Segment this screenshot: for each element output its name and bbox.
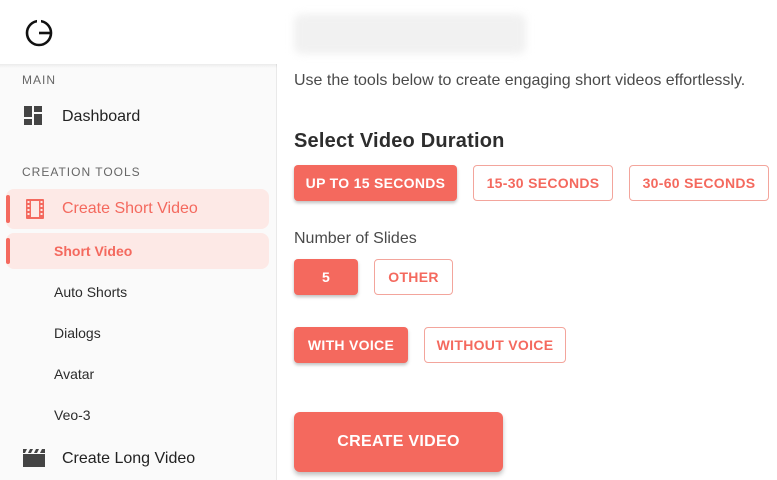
sidebar: MAIN Dashboard CREATION TOOLS Create Sho… xyxy=(0,64,277,480)
sidebar-subitem-label: Dialogs xyxy=(54,325,101,341)
sidebar-subitem-dialogs[interactable]: Dialogs xyxy=(6,315,269,351)
sidebar-item-label: Create Long Video xyxy=(62,450,196,467)
top-bar xyxy=(0,0,777,64)
duration-heading: Select Video Duration xyxy=(294,130,505,152)
sidebar-subitem-label: Veo-3 xyxy=(54,407,91,423)
duration-option-30-60[interactable]: 30-60 SECONDS xyxy=(629,165,769,201)
sidebar-subitem-label: Auto Shorts xyxy=(54,284,128,300)
sidebar-item-dashboard[interactable]: Dashboard xyxy=(6,98,269,134)
duration-option-15-30[interactable]: 15-30 SECONDS xyxy=(473,165,613,201)
voice-option-without-voice[interactable]: WITHOUT VOICE xyxy=(424,327,566,363)
sidebar-subitem-label: Avatar xyxy=(54,366,95,382)
sidebar-subitem-auto-shorts[interactable]: Auto Shorts xyxy=(6,274,269,310)
film-strip-icon xyxy=(26,199,44,219)
sidebar-subitem-veo-3[interactable]: Veo-3 xyxy=(6,397,269,433)
sidebar-subitem-label: Short Video xyxy=(54,243,133,259)
section-label-main: MAIN xyxy=(22,73,56,87)
slides-option-other[interactable]: OTHER xyxy=(374,259,453,295)
sidebar-item-label: Dashboard xyxy=(62,108,141,125)
slides-option-5[interactable]: 5 xyxy=(294,259,358,295)
sidebar-subitem-avatar[interactable]: Avatar xyxy=(6,356,269,392)
clapperboard-icon xyxy=(23,449,45,467)
sidebar-subitem-short-video[interactable]: Short Video xyxy=(6,233,269,269)
create-video-button[interactable]: CREATE VIDEO xyxy=(294,412,503,472)
sidebar-item-create-long-video[interactable]: Create Long Video xyxy=(6,439,269,477)
duration-option-up-to-15[interactable]: UP TO 15 SECONDS xyxy=(294,165,457,201)
dashboard-icon xyxy=(24,106,42,125)
voice-option-with-voice[interactable]: WITH VOICE xyxy=(294,327,408,363)
sidebar-item-create-short-video[interactable]: Create Short Video xyxy=(6,189,269,229)
power-circle-logo-icon[interactable] xyxy=(24,18,54,48)
intro-text: Use the tools below to create engaging s… xyxy=(294,72,746,89)
section-label-creation-tools: CREATION TOOLS xyxy=(22,165,141,179)
blurred-page-title xyxy=(294,14,526,54)
slides-label: Number of Slides xyxy=(294,230,417,247)
sidebar-item-label: Create Short Video xyxy=(62,200,198,217)
